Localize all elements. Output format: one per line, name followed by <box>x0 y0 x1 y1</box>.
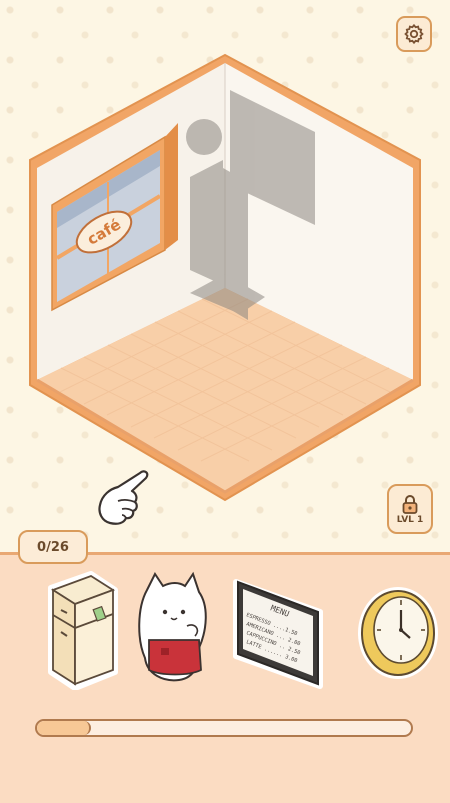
level-label: LVL 1 <box>396 514 424 525</box>
placed-counter: 0/26 <box>18 530 88 564</box>
wall-clock-item[interactable] <box>348 578 443 688</box>
menu-board-item[interactable]: MENU ESPRESSO ....1.50 AMERICANO ... 2.0… <box>232 572 327 690</box>
settings-button[interactable] <box>396 16 432 52</box>
pointing-hand-icon <box>98 470 149 525</box>
fridge-item[interactable] <box>45 570 120 690</box>
gear-icon <box>404 23 424 45</box>
cat-waiter-item[interactable] <box>133 570 213 685</box>
level-button[interactable]: LVL 1 <box>387 484 433 534</box>
progress-fill <box>37 721 92 735</box>
progress-bar <box>35 719 413 737</box>
isometric-room: café <box>29 53 421 502</box>
lock-icon <box>402 494 418 514</box>
